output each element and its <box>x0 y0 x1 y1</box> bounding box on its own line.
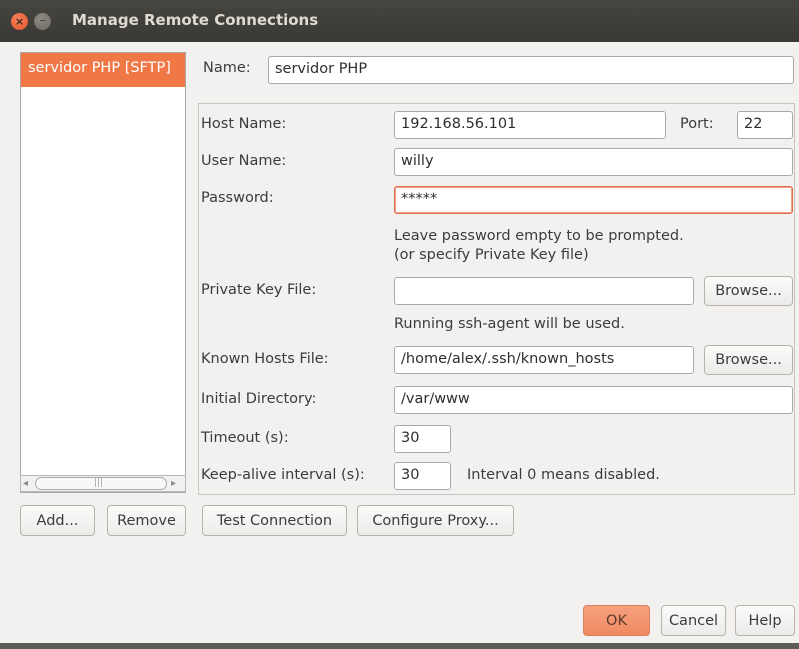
name-label: Name: <box>203 60 251 76</box>
user-name-label: User Name: <box>201 153 287 169</box>
password-hint: Leave password empty to be prompted. <box>394 228 684 244</box>
private-key-label: Private Key File: <box>201 282 317 298</box>
title-bar: × – Manage Remote Connections <box>0 0 799 42</box>
initial-directory-label: Initial Directory: <box>201 391 317 407</box>
configure-proxy-button[interactable]: Configure Proxy... <box>357 505 514 536</box>
password-input[interactable]: ***** <box>394 186 793 214</box>
keep-alive-label: Keep-alive interval (s): <box>201 467 365 483</box>
name-input[interactable]: servidor PHP <box>268 56 794 84</box>
minimize-icon[interactable]: – <box>34 13 51 30</box>
scrollbar-grip-icon: ||| <box>94 478 104 488</box>
help-button[interactable]: Help <box>735 605 795 636</box>
ok-button[interactable]: OK <box>583 605 650 636</box>
scrollbar-thumb[interactable]: ||| <box>35 477 167 490</box>
list-item[interactable]: servidor PHP [SFTP] <box>21 53 185 87</box>
browse-private-key-button[interactable]: Browse... <box>704 276 793 306</box>
host-name-label: Host Name: <box>201 116 287 132</box>
window-bottom-edge <box>0 643 799 649</box>
test-connection-button[interactable]: Test Connection <box>202 505 347 536</box>
scroll-right-icon[interactable]: ▸ <box>171 477 183 490</box>
private-key-input[interactable] <box>394 277 694 305</box>
keep-alive-hint: Interval 0 means disabled. <box>467 467 660 483</box>
initial-directory-input[interactable]: /var/www <box>394 386 793 414</box>
add-button[interactable]: Add... <box>20 505 95 536</box>
port-label: Port: <box>680 116 714 132</box>
user-name-input[interactable]: willy <box>394 148 793 176</box>
remove-button[interactable]: Remove <box>107 505 186 536</box>
timeout-label: Timeout (s): <box>201 430 289 446</box>
cancel-button[interactable]: Cancel <box>661 605 726 636</box>
connections-list[interactable]: servidor PHP [SFTP] <box>20 52 186 493</box>
timeout-input[interactable]: 30 <box>394 425 451 453</box>
known-hosts-label: Known Hosts File: <box>201 351 329 367</box>
password-label: Password: <box>201 190 274 206</box>
private-key-hint: (or specify Private Key file) <box>394 247 589 263</box>
browse-known-hosts-button[interactable]: Browse... <box>704 345 793 375</box>
scroll-left-icon[interactable]: ◂ <box>23 477 35 490</box>
ssh-agent-hint: Running ssh-agent will be used. <box>394 316 625 332</box>
keep-alive-input[interactable]: 30 <box>394 462 451 490</box>
horizontal-scrollbar[interactable]: ◂ ||| ▸ <box>20 475 186 492</box>
host-name-input[interactable]: 192.168.56.101 <box>394 111 666 139</box>
known-hosts-input[interactable]: /home/alex/.ssh/known_hosts <box>394 346 694 374</box>
close-icon[interactable]: × <box>11 13 28 30</box>
window-title: Manage Remote Connections <box>72 11 319 29</box>
port-input[interactable]: 22 <box>737 111 793 139</box>
